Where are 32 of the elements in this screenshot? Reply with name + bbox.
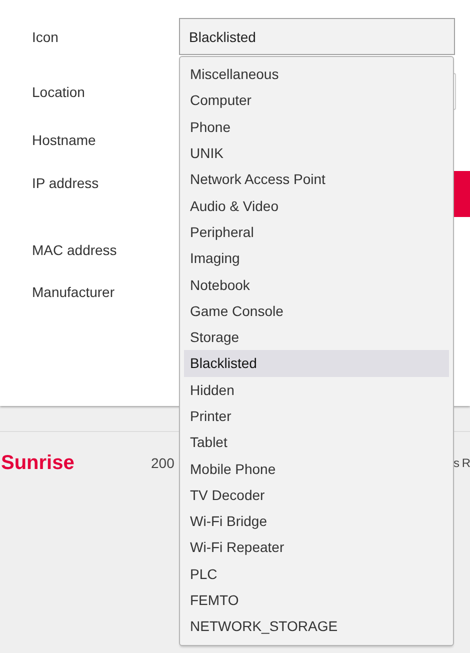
dropdown-option[interactable]: Computer xyxy=(184,87,449,114)
dropdown-option[interactable]: Tablet xyxy=(184,429,449,456)
icon-select[interactable]: Blacklisted xyxy=(179,18,455,55)
dropdown-option[interactable]: Wi-Fi Bridge xyxy=(184,508,449,534)
copyright-text: 200 xyxy=(151,455,174,471)
field-label: Hostname xyxy=(31,132,97,148)
dropdown-option[interactable]: Miscellaneous xyxy=(184,61,449,88)
dropdown-option[interactable]: Blacklisted xyxy=(184,350,449,377)
dropdown-option[interactable]: Peripheral xyxy=(184,218,449,246)
dropdown-option[interactable]: Audio & Video xyxy=(184,192,449,219)
dropdown-option[interactable]: Storage xyxy=(184,324,449,350)
dropdown-option[interactable]: Network Access Point xyxy=(184,166,449,192)
field-label: Icon xyxy=(31,28,60,44)
dropdown-option[interactable]: Hidden xyxy=(184,376,449,403)
dropdown-option[interactable]: Wi-Fi Repeater xyxy=(184,534,449,561)
field-label: Location xyxy=(31,84,86,100)
dropdown-option[interactable]: Mobile Phone xyxy=(184,455,449,482)
dropdown-option[interactable]: Game Console xyxy=(184,298,449,324)
dropdown-option[interactable]: NETWORK_STORAGE xyxy=(184,613,449,640)
copyright-text: s R xyxy=(454,456,470,470)
dropdown-option[interactable]: Imaging xyxy=(184,245,449,272)
dropdown-option[interactable]: PLC xyxy=(184,560,449,587)
dropdown-option[interactable]: TV Decoder xyxy=(184,482,449,508)
field-label: IP address xyxy=(31,174,100,191)
field-label: MAC address xyxy=(31,242,118,258)
dropdown-option[interactable]: Notebook xyxy=(184,271,449,298)
dropdown-option[interactable]: FEMTO xyxy=(184,586,449,614)
field-label: Manufacturer xyxy=(31,284,116,300)
dropdown-option[interactable]: Printer xyxy=(184,402,449,430)
dropdown-option[interactable]: UNIK xyxy=(184,140,449,166)
sunrise-logo: Sunrise xyxy=(1,452,76,474)
dropdown-option[interactable]: Phone xyxy=(184,114,449,140)
